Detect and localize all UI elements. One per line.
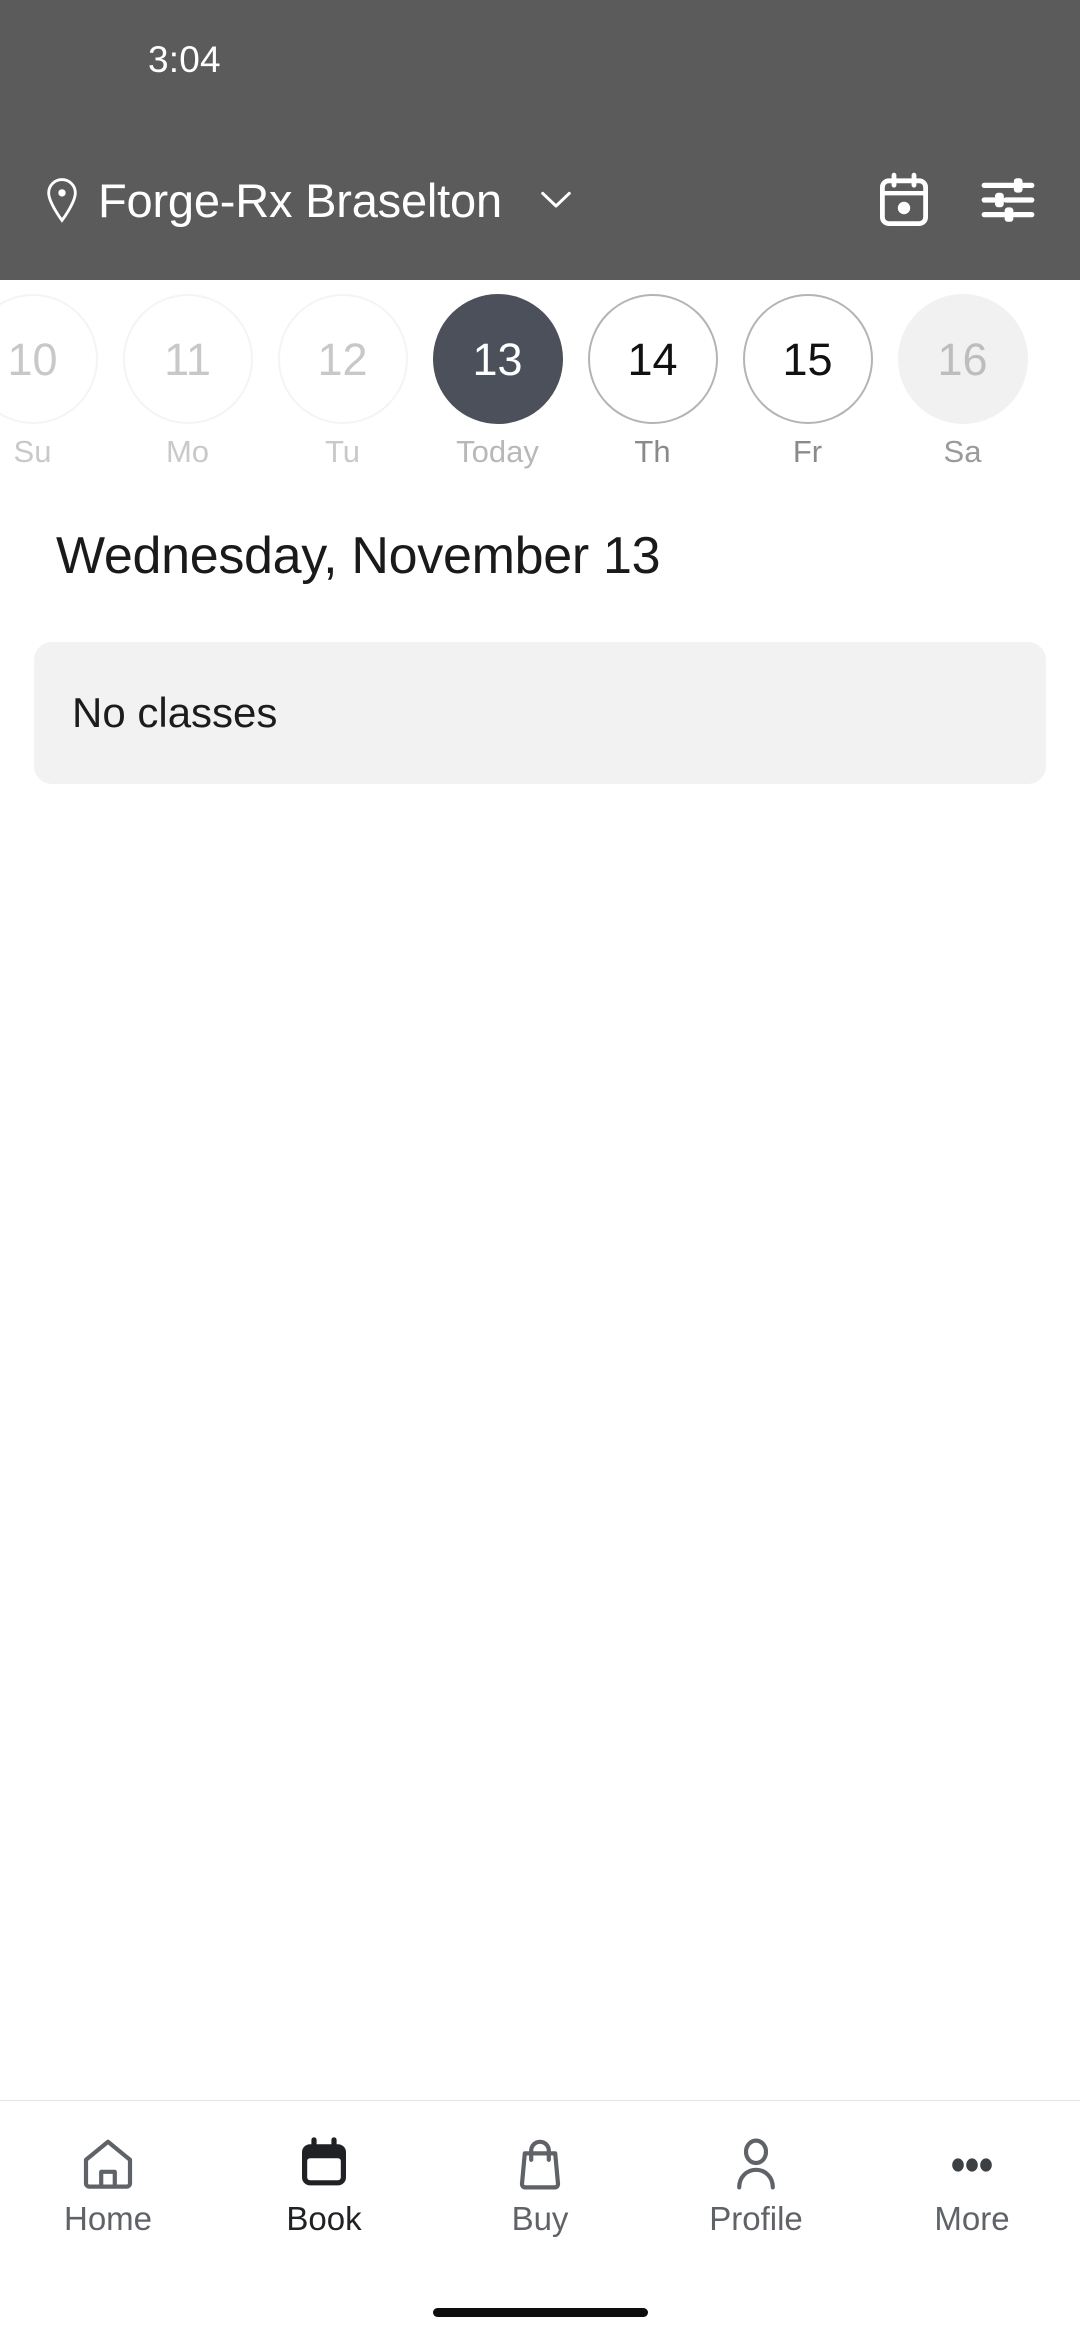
date-weekday-label: Su bbox=[13, 434, 52, 469]
date-cell-11[interactable]: 11 Mo bbox=[110, 294, 265, 467]
date-weekday-label: Th bbox=[634, 434, 671, 469]
date-number: 12 bbox=[277, 294, 408, 424]
nav-item-book[interactable]: Book bbox=[216, 2127, 432, 2235]
date-cell-15[interactable]: 15 Fr bbox=[730, 294, 885, 467]
date-number: 16 bbox=[897, 294, 1028, 424]
date-weekday-label: Sa bbox=[943, 434, 982, 469]
chevron-down-icon[interactable] bbox=[538, 182, 574, 218]
gesture-bar-area bbox=[0, 2285, 1080, 2340]
location-selector[interactable]: Forge-Rx Braselton bbox=[40, 173, 876, 228]
nav-label: Buy bbox=[511, 2200, 569, 2237]
date-number: 15 bbox=[742, 294, 873, 424]
app-screen: 3:04 Forge-Rx Braselton 10 Su 11 Mo 12 T… bbox=[0, 0, 1080, 2340]
date-weekday-label: Today bbox=[456, 434, 539, 469]
schedule-content: Wednesday, November 13 No classes bbox=[0, 490, 1080, 2100]
home-gesture-bar[interactable] bbox=[432, 2308, 648, 2317]
nav-label: Profile bbox=[709, 2200, 803, 2237]
app-header: 3:04 Forge-Rx Braselton bbox=[0, 0, 1080, 280]
date-cell-13-selected[interactable]: 13 Today bbox=[420, 294, 575, 467]
no-classes-text: No classes bbox=[72, 689, 278, 736]
bottom-navigation: Home Book Buy Profile More bbox=[0, 2100, 1080, 2285]
date-number: 14 bbox=[587, 294, 718, 424]
nav-item-more[interactable]: More bbox=[864, 2127, 1080, 2235]
selected-date-heading: Wednesday, November 13 bbox=[56, 527, 661, 585]
no-classes-card: No classes bbox=[34, 642, 1046, 784]
date-weekday-label: Mo bbox=[165, 434, 210, 469]
date-cell-16[interactable]: 16 Sa bbox=[885, 294, 1040, 467]
calendar-icon bbox=[296, 2127, 352, 2191]
date-number: 10 bbox=[0, 294, 98, 424]
date-number: 13 bbox=[432, 294, 563, 424]
date-cell-12[interactable]: 12 Tu bbox=[265, 294, 420, 467]
more-dots-icon bbox=[944, 2127, 1000, 2191]
app-bar-actions bbox=[876, 172, 1036, 228]
status-bar-time: 3:04 bbox=[148, 39, 221, 80]
date-cell-10[interactable]: 10 Su bbox=[0, 294, 110, 467]
nav-item-profile[interactable]: Profile bbox=[648, 2127, 864, 2235]
nav-label: Home bbox=[63, 2200, 153, 2237]
calendar-today-icon[interactable] bbox=[876, 172, 932, 228]
date-weekday-label: Tu bbox=[324, 434, 361, 469]
status-bar: 3:04 bbox=[0, 0, 1080, 120]
location-name: Forge-Rx Braselton bbox=[98, 173, 502, 227]
nav-label: More bbox=[934, 2200, 1010, 2237]
date-weekday-label: Fr bbox=[792, 434, 823, 469]
shopping-bag-icon bbox=[512, 2127, 568, 2191]
app-bar: Forge-Rx Braselton bbox=[0, 120, 1080, 280]
nav-label: Book bbox=[286, 2200, 362, 2237]
date-number: 11 bbox=[122, 294, 253, 424]
date-strip[interactable]: 10 Su 11 Mo 12 Tu 13 Today 14 Th 15 Fr 1… bbox=[0, 280, 1080, 490]
date-cell-14[interactable]: 14 Th bbox=[575, 294, 730, 467]
person-icon bbox=[728, 2127, 784, 2191]
nav-item-home[interactable]: Home bbox=[0, 2127, 216, 2235]
location-pin-icon bbox=[40, 174, 84, 226]
tune-filter-icon[interactable] bbox=[980, 172, 1036, 228]
home-icon bbox=[80, 2127, 136, 2191]
nav-item-buy[interactable]: Buy bbox=[432, 2127, 648, 2235]
